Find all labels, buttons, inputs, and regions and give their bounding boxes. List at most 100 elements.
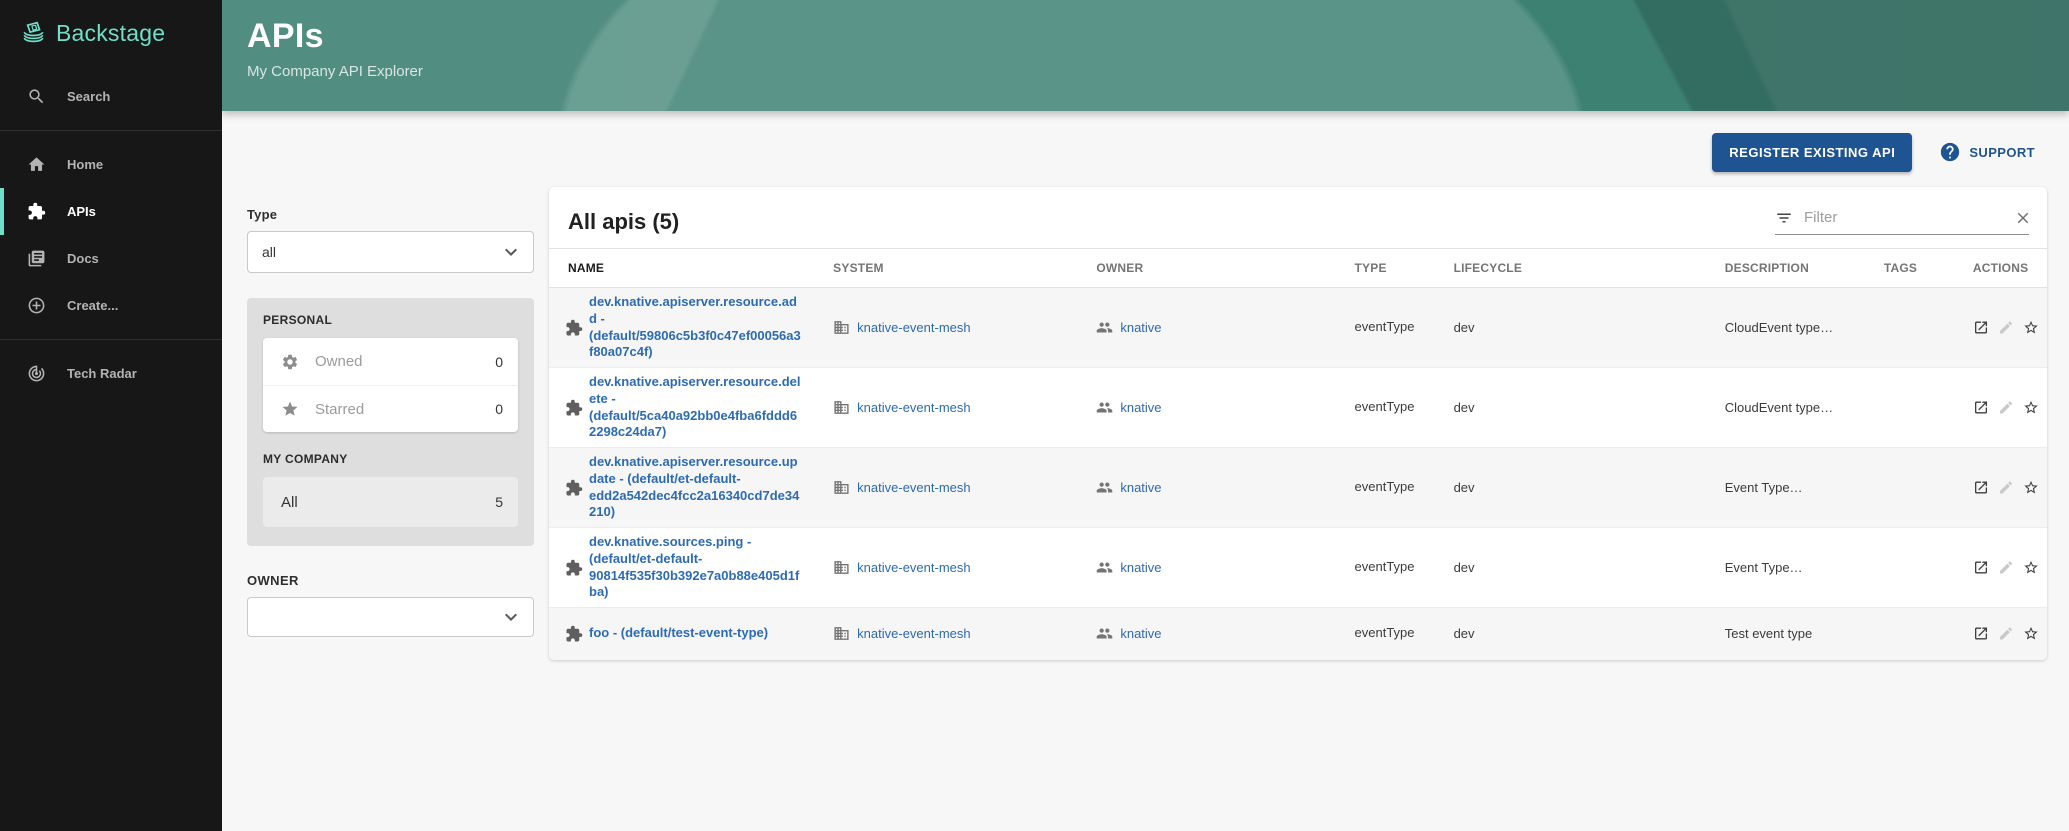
- group-icon: [1096, 559, 1113, 576]
- api-type: eventType: [1355, 559, 1415, 576]
- api-table-card: All apis (5) NAME SYSTEM OWNER: [549, 187, 2047, 660]
- type-select[interactable]: all: [247, 231, 534, 273]
- backstage-logo-text: Backstage: [56, 20, 165, 47]
- owner-select[interactable]: [247, 597, 534, 637]
- column-header-description[interactable]: DESCRIPTION: [1717, 249, 1876, 288]
- system-icon: [833, 559, 850, 576]
- star-border-icon[interactable]: [2023, 318, 2039, 337]
- api-name-link[interactable]: dev.knative.sources.ping - (default/et-d…: [589, 534, 803, 601]
- sidebar-divider: [0, 339, 222, 340]
- filters-panel: Type all PERSONAL Owned 0 Starred 0: [247, 187, 534, 637]
- entity-filter-group: PERSONAL Owned 0 Starred 0 MY COMPANY: [247, 298, 534, 546]
- open-in-new-icon[interactable]: [1973, 398, 1989, 417]
- radar-icon: [27, 364, 46, 383]
- column-header-owner[interactable]: OWNER: [1088, 249, 1346, 288]
- open-in-new-icon[interactable]: [1973, 558, 1989, 577]
- column-header-lifecycle[interactable]: LIFECYCLE: [1446, 249, 1717, 288]
- filter-list-icon: [1775, 209, 1793, 227]
- personal-section-title: PERSONAL: [263, 313, 518, 327]
- table-header-row: NAME SYSTEM OWNER TYPE LIFECYCLE DESCRIP…: [549, 249, 2047, 288]
- sidebar-item-home[interactable]: Home: [0, 141, 222, 188]
- group-icon: [1096, 319, 1113, 336]
- column-header-tags[interactable]: TAGS: [1876, 249, 1965, 288]
- filter-item-starred[interactable]: Starred 0: [263, 385, 518, 432]
- api-name-link[interactable]: dev.knative.apiserver.resource.update - …: [589, 454, 803, 521]
- owner-link[interactable]: knative: [1120, 400, 1161, 415]
- docs-icon: [27, 249, 46, 268]
- api-lifecycle: dev: [1454, 320, 1475, 335]
- api-description: CloudEvent type…: [1725, 320, 1833, 335]
- api-name-link[interactable]: foo - (default/test-event-type): [589, 625, 768, 642]
- group-icon: [1096, 399, 1113, 416]
- system-link[interactable]: knative-event-mesh: [857, 560, 970, 575]
- api-type: eventType: [1355, 479, 1415, 496]
- filter-item-count: 5: [495, 494, 503, 510]
- company-section-title: MY COMPANY: [263, 452, 518, 466]
- sidebar-item-label: Docs: [67, 251, 99, 266]
- help-icon: [1939, 141, 1961, 163]
- column-header-system[interactable]: SYSTEM: [825, 249, 1088, 288]
- system-link[interactable]: knative-event-mesh: [857, 480, 970, 495]
- filter-item-owned[interactable]: Owned 0: [263, 338, 518, 385]
- api-type: eventType: [1355, 625, 1415, 642]
- edit-icon[interactable]: [1998, 558, 2014, 577]
- open-in-new-icon[interactable]: [1973, 624, 1989, 643]
- sidebar-item-apis[interactable]: APIs: [0, 188, 222, 235]
- edit-icon[interactable]: [1998, 398, 2014, 417]
- api-puzzle-icon: [565, 399, 583, 417]
- table-search: [1775, 208, 2029, 235]
- sidebar-item-search[interactable]: Search: [0, 73, 222, 120]
- system-link[interactable]: knative-event-mesh: [857, 626, 970, 641]
- system-icon: [833, 479, 850, 496]
- star-icon: [281, 400, 299, 418]
- support-button[interactable]: SUPPORT: [1939, 141, 2035, 163]
- type-filter-label: Type: [247, 207, 534, 222]
- owner-link[interactable]: knative: [1120, 626, 1161, 641]
- register-existing-api-button[interactable]: REGISTER EXISTING API: [1712, 133, 1912, 172]
- star-border-icon[interactable]: [2023, 478, 2039, 497]
- open-in-new-icon[interactable]: [1973, 318, 1989, 337]
- gear-icon: [281, 353, 299, 371]
- column-header-type[interactable]: TYPE: [1347, 249, 1446, 288]
- table-title: All apis (5): [568, 209, 679, 235]
- api-name-link[interactable]: dev.knative.apiserver.resource.add - (de…: [589, 294, 803, 361]
- api-name-link[interactable]: dev.knative.apiserver.resource.delete - …: [589, 374, 803, 441]
- sidebar-item-tech-radar[interactable]: Tech Radar: [0, 350, 222, 397]
- star-border-icon[interactable]: [2023, 624, 2039, 643]
- page-header: APIs My Company API Explorer: [222, 0, 2069, 111]
- clear-filter-icon[interactable]: [2014, 209, 2032, 227]
- system-link[interactable]: knative-event-mesh: [857, 400, 970, 415]
- table-row: dev.knative.apiserver.resource.delete - …: [549, 368, 2047, 448]
- sidebar-item-create[interactable]: Create...: [0, 282, 222, 329]
- api-lifecycle: dev: [1454, 626, 1475, 641]
- sidebar-item-docs[interactable]: Docs: [0, 235, 222, 282]
- filter-item-count: 0: [495, 401, 503, 417]
- sidebar-item-label: APIs: [67, 204, 96, 219]
- table-filter-input[interactable]: [1802, 208, 2005, 227]
- owner-link[interactable]: knative: [1120, 320, 1161, 335]
- sidebar-divider: [0, 130, 222, 131]
- sidebar-item-label: Search: [67, 89, 110, 104]
- add-circle-icon: [27, 296, 46, 315]
- backstage-logo[interactable]: Backstage: [0, 0, 222, 63]
- table-body: dev.knative.apiserver.resource.add - (de…: [549, 288, 2047, 660]
- edit-icon[interactable]: [1998, 624, 2014, 643]
- star-border-icon[interactable]: [2023, 558, 2039, 577]
- column-header-name[interactable]: NAME: [549, 249, 825, 288]
- edit-icon[interactable]: [1998, 318, 2014, 337]
- api-description: Test event type: [1725, 626, 1812, 641]
- filter-item-count: 0: [495, 354, 503, 370]
- owner-link[interactable]: knative: [1120, 480, 1161, 495]
- open-in-new-icon[interactable]: [1973, 478, 1989, 497]
- owner-link[interactable]: knative: [1120, 560, 1161, 575]
- backstage-logo-icon: [20, 20, 47, 47]
- api-table: NAME SYSTEM OWNER TYPE LIFECYCLE DESCRIP…: [549, 248, 2047, 660]
- filter-item-all[interactable]: All 5: [263, 477, 518, 527]
- table-row: dev.knative.apiserver.resource.update - …: [549, 448, 2047, 528]
- edit-icon[interactable]: [1998, 478, 2014, 497]
- api-description: Event Type…: [1725, 560, 1803, 575]
- sidebar-item-label: Create...: [67, 298, 118, 313]
- system-link[interactable]: knative-event-mesh: [857, 320, 970, 335]
- star-border-icon[interactable]: [2023, 398, 2039, 417]
- group-icon: [1096, 479, 1113, 496]
